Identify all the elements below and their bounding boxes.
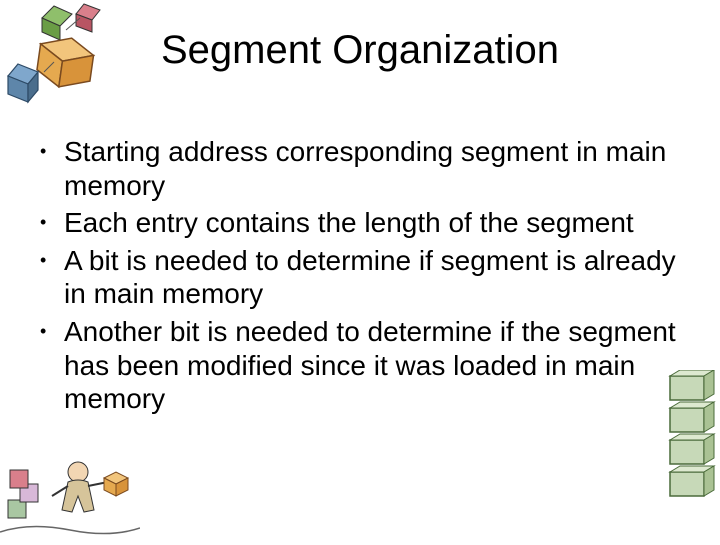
list-item: • Each entry contains the length of the … [40, 206, 680, 240]
slide-title: Segment Organization [0, 28, 720, 73]
bullet-dot-icon: • [40, 315, 64, 343]
list-item: • Another bit is needed to determine if … [40, 315, 680, 416]
list-item: • Starting address corresponding segment… [40, 135, 680, 202]
bullet-list: • Starting address corresponding segment… [40, 135, 680, 420]
bullet-text: Starting address corresponding segment i… [64, 135, 680, 202]
bullet-text: Another bit is needed to determine if th… [64, 315, 680, 416]
list-item: • A bit is needed to determine if segmen… [40, 244, 680, 311]
person-cubes-icon [0, 450, 140, 540]
decoration-bottom-left [0, 450, 140, 540]
slide: Segment Organization • Starting address … [0, 0, 720, 540]
bullet-dot-icon: • [40, 135, 64, 163]
bullet-text: A bit is needed to determine if segment … [64, 244, 680, 311]
bullet-text: Each entry contains the length of the se… [64, 206, 680, 240]
bullet-dot-icon: • [40, 244, 64, 272]
bullet-dot-icon: • [40, 206, 64, 234]
